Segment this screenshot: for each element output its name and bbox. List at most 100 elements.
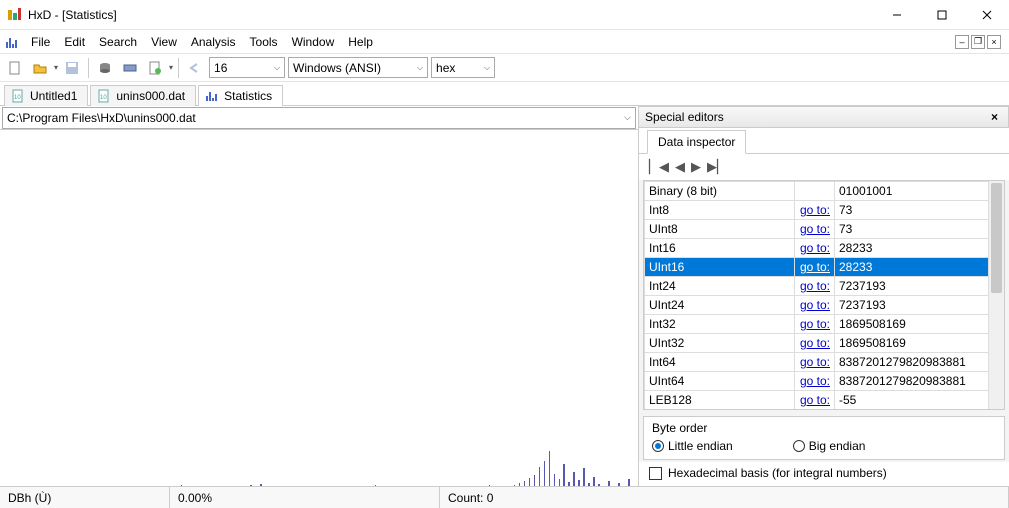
mdi-minimize-button[interactable]: – xyxy=(955,35,969,49)
value-cell[interactable]: 28233 xyxy=(835,239,1004,258)
value-cell[interactable]: 8387201279820983881 xyxy=(835,372,1004,391)
inspector-row[interactable]: Int32go to:1869508169 xyxy=(645,315,1004,334)
data-inspector-grid[interactable]: Binary (8 bit)01001001Int8go to:73UInt8g… xyxy=(644,181,1004,410)
inspector-row[interactable]: LEB128go to:-55 xyxy=(645,391,1004,410)
type-label: UInt16 xyxy=(645,258,795,277)
inspector-row[interactable]: Int8go to:73 xyxy=(645,201,1004,220)
file-path-combo[interactable]: C:\Program Files\HxD\unins000.dat ⌵ xyxy=(2,107,636,129)
histogram-bar xyxy=(593,477,594,486)
nav-last-button[interactable]: ▶▏ xyxy=(707,159,727,175)
maximize-button[interactable] xyxy=(919,0,964,29)
menu-edit[interactable]: Edit xyxy=(57,32,92,52)
menu-tools[interactable]: Tools xyxy=(243,32,285,52)
type-label: Int16 xyxy=(645,239,795,258)
goto-link[interactable]: go to: xyxy=(795,334,835,353)
svg-text:10: 10 xyxy=(100,95,107,101)
byte-histogram[interactable] xyxy=(0,130,638,486)
goto-link[interactable]: go to: xyxy=(795,391,835,410)
value-cell[interactable]: 73 xyxy=(835,220,1004,239)
process-button[interactable] xyxy=(144,57,166,79)
radio-little-endian[interactable]: Little endian xyxy=(652,439,733,453)
histogram-bar xyxy=(181,485,182,486)
goto-link[interactable]: go to: xyxy=(795,296,835,315)
inspector-row[interactable]: Int24go to:7237193 xyxy=(645,277,1004,296)
goto-link[interactable]: go to: xyxy=(795,410,835,411)
save-button[interactable] xyxy=(61,57,83,79)
inspector-row[interactable]: ULEB128go to:73 xyxy=(645,410,1004,411)
radio-big-endian[interactable]: Big endian xyxy=(793,439,866,453)
process-dropdown-icon[interactable]: ▾ xyxy=(169,63,173,72)
nav-next-button[interactable]: ▶ xyxy=(691,159,701,175)
histogram-bar xyxy=(588,483,589,486)
separator xyxy=(88,58,89,78)
minimize-button[interactable] xyxy=(874,0,919,29)
new-button[interactable] xyxy=(4,57,26,79)
mdi-close-button[interactable]: × xyxy=(987,35,1001,49)
close-button[interactable] xyxy=(964,0,1009,29)
value-cell[interactable]: 7237193 xyxy=(835,277,1004,296)
histogram-bar xyxy=(549,451,550,486)
goto-link[interactable]: go to: xyxy=(795,315,835,334)
tab-unins000[interactable]: 10 unins000.dat xyxy=(90,85,196,106)
tab-data-inspector[interactable]: Data inspector xyxy=(647,130,746,154)
goto-link[interactable]: go to: xyxy=(795,220,835,239)
ram-button[interactable] xyxy=(119,57,141,79)
goto-link[interactable]: go to: xyxy=(795,201,835,220)
panel-title: Special editors xyxy=(645,110,724,124)
goto-link[interactable]: go to: xyxy=(795,353,835,372)
grid-scrollbar[interactable] xyxy=(988,181,1004,409)
type-label: UInt24 xyxy=(645,296,795,315)
menu-file[interactable]: File xyxy=(24,32,57,52)
histogram-bar xyxy=(519,483,520,486)
panel-close-button[interactable]: × xyxy=(987,110,1002,124)
scrollbar-thumb[interactable] xyxy=(991,183,1002,293)
goto-link[interactable]: go to: xyxy=(795,277,835,296)
undo-button[interactable] xyxy=(184,57,206,79)
inspector-row[interactable]: UInt32go to:1869508169 xyxy=(645,334,1004,353)
nav-prev-button[interactable]: ◀ xyxy=(675,159,685,175)
inspector-row[interactable]: Int64go to:8387201279820983881 xyxy=(645,353,1004,372)
value-cell[interactable]: 28233 xyxy=(835,258,1004,277)
value-cell[interactable]: 1869508169 xyxy=(835,334,1004,353)
histogram-bar xyxy=(554,474,555,486)
value-cell[interactable]: 01001001 xyxy=(835,182,1004,201)
bytes-per-row-select[interactable]: 16⌵ xyxy=(209,57,285,78)
open-dropdown-icon[interactable]: ▾ xyxy=(54,63,58,72)
status-offset: DBh (Ù) xyxy=(0,487,170,508)
goto-link[interactable]: go to: xyxy=(795,258,835,277)
inspector-row[interactable]: Binary (8 bit)01001001 xyxy=(645,182,1004,201)
mdi-restore-button[interactable]: ❐ xyxy=(971,35,985,49)
type-label: UInt64 xyxy=(645,372,795,391)
goto-link[interactable]: go to: xyxy=(795,239,835,258)
nav-first-button[interactable]: ▏◀ xyxy=(649,159,669,175)
separator xyxy=(178,58,179,78)
type-label: Int24 xyxy=(645,277,795,296)
inspector-row[interactable]: UInt24go to:7237193 xyxy=(645,296,1004,315)
open-button[interactable] xyxy=(29,57,51,79)
view-mode-select[interactable]: hex⌵ xyxy=(431,57,495,78)
goto-link[interactable]: go to: xyxy=(795,372,835,391)
inspector-row[interactable]: UInt8go to:73 xyxy=(645,220,1004,239)
value-cell[interactable]: 7237193 xyxy=(835,296,1004,315)
value-cell[interactable]: 73 xyxy=(835,201,1004,220)
menu-search[interactable]: Search xyxy=(92,32,144,52)
tab-untitled1[interactable]: 10 Untitled1 xyxy=(4,85,88,106)
value-cell[interactable]: 8387201279820983881 xyxy=(835,353,1004,372)
inspector-row[interactable]: UInt64go to:8387201279820983881 xyxy=(645,372,1004,391)
menu-window[interactable]: Window xyxy=(285,32,342,52)
status-count: Count: 0 xyxy=(440,487,1009,508)
disk-button[interactable] xyxy=(94,57,116,79)
inspector-row[interactable]: UInt16go to:28233 xyxy=(645,258,1004,277)
menu-help[interactable]: Help xyxy=(341,32,380,52)
tab-label: Data inspector xyxy=(658,135,735,149)
encoding-select[interactable]: Windows (ANSI)⌵ xyxy=(288,57,428,78)
menu-analysis[interactable]: Analysis xyxy=(184,32,243,52)
value-cell[interactable]: -55 xyxy=(835,391,1004,410)
tab-statistics[interactable]: Statistics xyxy=(198,85,283,106)
menu-bar: File Edit Search View Analysis Tools Win… xyxy=(0,30,1009,54)
menu-view[interactable]: View xyxy=(144,32,184,52)
value-cell[interactable]: 1869508169 xyxy=(835,315,1004,334)
checkbox-hex-basis[interactable] xyxy=(649,467,662,480)
value-cell[interactable]: 73 xyxy=(835,410,1004,411)
inspector-row[interactable]: Int16go to:28233 xyxy=(645,239,1004,258)
